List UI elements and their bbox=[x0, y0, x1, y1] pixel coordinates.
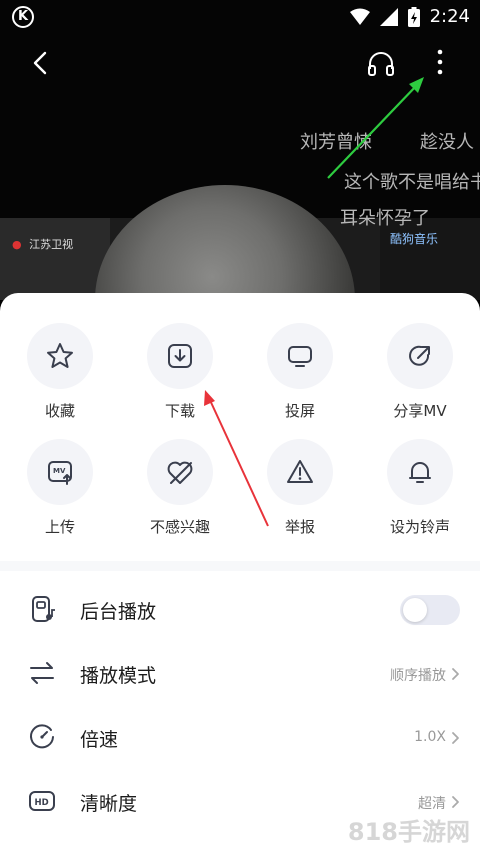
danmu-comment: 刘芳曾悚 bbox=[300, 132, 372, 153]
set-ringtone-label: 设为铃声 bbox=[389, 518, 450, 536]
hd-icon: HD bbox=[29, 791, 55, 811]
more-options-sheet: 收藏 下载 投屏 分享MV MV 上传 不感兴趣 举报 设为铃声 后台播放 播放… bbox=[0, 293, 480, 853]
download-icon bbox=[168, 344, 192, 368]
play-mode-label: 播放模式 bbox=[80, 665, 157, 687]
playback-speed-label: 倍速 bbox=[80, 729, 119, 751]
status-time: 2:24 bbox=[429, 6, 470, 27]
report-label: 举报 bbox=[284, 518, 315, 536]
status-bar: K 2:24 bbox=[0, 0, 480, 34]
headphone-icon[interactable] bbox=[366, 48, 396, 78]
wifi-icon bbox=[349, 8, 370, 25]
play-mode-icon bbox=[30, 662, 54, 684]
cast-screen-icon bbox=[288, 346, 312, 367]
battery-charging-icon bbox=[407, 7, 420, 27]
resolution-label: 清晰度 bbox=[80, 793, 138, 815]
svg-text:MV: MV bbox=[53, 467, 66, 475]
playback-speed-row[interactable]: 倍速 1.0X bbox=[0, 705, 480, 769]
toggle-knob bbox=[403, 598, 427, 622]
speed-icon bbox=[30, 724, 54, 749]
download-button[interactable]: 下载 bbox=[120, 323, 240, 433]
not-interested-label: 不感兴趣 bbox=[149, 518, 210, 536]
play-mode-row[interactable]: 播放模式 顺序播放 bbox=[0, 641, 480, 705]
back-arrow-icon[interactable] bbox=[26, 48, 56, 78]
favorite-button[interactable]: 收藏 bbox=[0, 323, 120, 433]
upload-label: 上传 bbox=[44, 518, 75, 536]
chevron-right-icon bbox=[452, 796, 459, 808]
danmu-comment: 耳朵怀孕了 bbox=[340, 208, 430, 229]
background-play-row: 后台播放 bbox=[0, 577, 480, 641]
report-button[interactable]: 举报 bbox=[240, 439, 360, 549]
music-app-logo: 酷狗音乐 bbox=[390, 232, 439, 246]
background-play-toggle[interactable] bbox=[400, 595, 460, 625]
chevron-right-icon bbox=[452, 732, 459, 744]
section-divider bbox=[0, 561, 480, 571]
background-play-icon bbox=[32, 596, 55, 622]
more-options-icon[interactable] bbox=[430, 46, 450, 78]
cast-screen-label: 投屏 bbox=[284, 402, 315, 420]
play-mode-value: 顺序播放 bbox=[390, 668, 446, 684]
video-player[interactable]: ● 江苏卫视 酷狗音乐 刘芳曾悚 趁没人 这个歌不是唱给书 耳朵怀孕了 K 2:… bbox=[0, 0, 480, 300]
download-label: 下载 bbox=[164, 402, 195, 420]
favorite-label: 收藏 bbox=[44, 402, 75, 420]
report-warning-icon bbox=[287, 460, 313, 483]
tv-channel-logo: ● 江苏卫视 bbox=[12, 238, 74, 251]
upload-button[interactable]: MV 上传 bbox=[0, 439, 120, 549]
resolution-value: 超清 bbox=[418, 796, 446, 812]
star-icon bbox=[47, 343, 73, 368]
danmu-comment: 趁没人 bbox=[420, 132, 474, 153]
background-play-label: 后台播放 bbox=[80, 601, 157, 623]
video-globe bbox=[95, 185, 355, 300]
share-mv-button[interactable]: 分享MV bbox=[360, 323, 480, 433]
app-status-logo: K bbox=[12, 6, 34, 28]
playback-speed-value: 1.0X bbox=[414, 729, 446, 745]
set-ringtone-button[interactable]: 设为铃声 bbox=[360, 439, 480, 549]
not-interested-icon bbox=[167, 461, 193, 484]
chevron-right-icon bbox=[452, 668, 459, 680]
share-icon bbox=[409, 345, 430, 366]
svg-text:HD: HD bbox=[35, 798, 49, 808]
bell-icon bbox=[409, 462, 431, 483]
video-frame-left bbox=[0, 218, 110, 300]
site-watermark: 818手游网 bbox=[347, 818, 470, 846]
share-mv-label: 分享MV bbox=[393, 402, 447, 420]
not-interested-button[interactable]: 不感兴趣 bbox=[120, 439, 240, 549]
mv-upload-icon: MV bbox=[48, 461, 72, 485]
danmu-comment: 这个歌不是唱给书 bbox=[344, 172, 480, 193]
signal-icon bbox=[379, 8, 398, 26]
cast-screen-button[interactable]: 投屏 bbox=[240, 323, 360, 433]
